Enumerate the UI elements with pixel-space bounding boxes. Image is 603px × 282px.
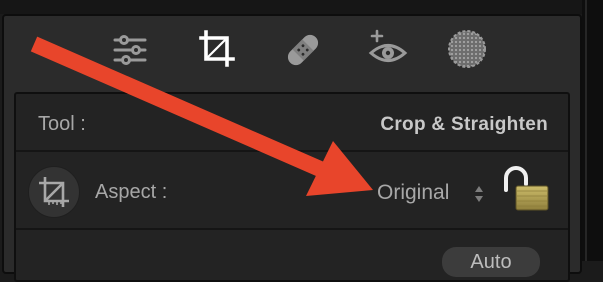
- sliders-icon[interactable]: [112, 32, 148, 68]
- aspect-label: Aspect :: [95, 181, 168, 203]
- aspect-value[interactable]: Original: [377, 181, 449, 205]
- tool-value: Crop & Straighten: [380, 114, 548, 135]
- top-strip: [0, 0, 603, 14]
- tool-label: Tool :: [38, 113, 86, 135]
- lock-icon[interactable]: [498, 164, 552, 214]
- mask-icon[interactable]: [446, 28, 488, 70]
- crop-angle-tool-button[interactable]: [28, 166, 80, 218]
- panel-edge: [585, 0, 587, 261]
- section-divider: [16, 150, 568, 152]
- crop-icon[interactable]: [196, 28, 238, 70]
- auto-button[interactable]: Auto: [442, 247, 540, 277]
- select-stepper-icon: [474, 184, 484, 204]
- section-divider-2: [16, 228, 568, 230]
- redeye-icon[interactable]: [367, 28, 409, 68]
- bandage-icon[interactable]: [283, 30, 323, 70]
- crop-angle-icon: [36, 174, 72, 210]
